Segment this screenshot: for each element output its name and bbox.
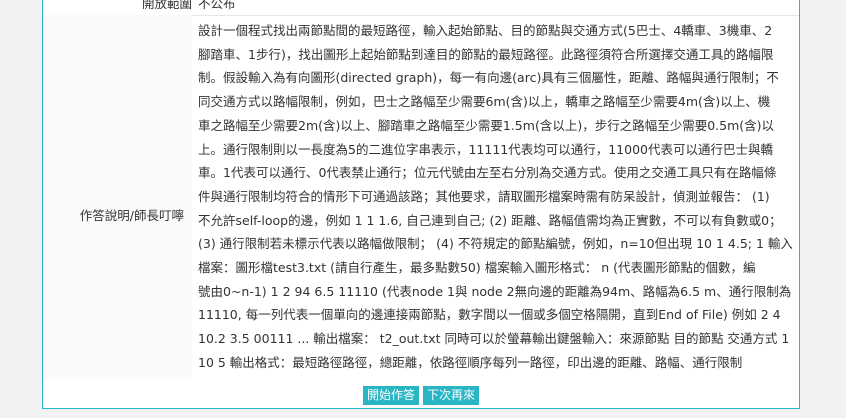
visibility-row: 開放範圍 不公布	[43, 0, 799, 16]
instruction-line: 設計一個程式找出兩節點間的最短路徑，輸入起始節點、目的節點與交通方式(5巴士、4…	[198, 23, 773, 38]
visibility-label: 開放範圍	[141, 0, 192, 11]
instruction-line: 車。1代表可以通行、0代表禁止通行；位元代號由左至右分別為交通方式。使用之交通工…	[198, 165, 777, 181]
instruction-label-cell: 作答說明/師長叮嚀	[43, 15, 192, 379]
come-back-later-button[interactable]: 下次再來	[423, 386, 480, 405]
assignment-panel: 開放範圍 不公布 作答說明/師長叮嚀 設計一個程式找出兩節點間的最短路徑，輸入起…	[42, 0, 800, 409]
instruction-line: 檔案：圖形檔test3.txt (請自行產生，最多點數50) 檔案輸入圖形格式：…	[198, 260, 756, 276]
instruction-line: 11110, 每一列代表一個單向的邊連接兩節點，數字間以一個或多個空格隔開，直到…	[198, 307, 781, 323]
action-buttons: 開始作答 下次再來	[363, 386, 480, 405]
instruction-line: 制。假設輸入為有向圖形(directed graph)，每一有向邊(arc)具有…	[198, 70, 779, 86]
instruction-line: 車之路幅至少需要2m(含)以上、腳踏車之路幅至少需要1.5m(含以上)，步行之路…	[198, 117, 775, 133]
start-answer-button[interactable]: 開始作答	[363, 386, 420, 405]
visibility-value: 不公布	[198, 0, 236, 11]
instruction-line: 上。通行限制則以一長度為5的二進位字串表示，11111代表均可以通行，11000…	[198, 141, 773, 157]
instruction-line: (3) 通行限制若未標示代表以路幅做限制； (4) 不符規定的節點編號，例如，n…	[198, 236, 793, 252]
instruction-line: 號由0~n-1) 1 2 94 6.5 11110 (代表node 1與 nod…	[198, 283, 792, 299]
instruction-line: 10 5 輸出格式：最短路徑路徑，總距離，依路徑順序每列一路徑，印出邊的距離、路…	[198, 354, 743, 370]
instruction-text: 設計一個程式找出兩節點間的最短路徑，輸入起始節點、目的節點與交通方式(5巴士、4…	[198, 19, 796, 375]
instruction-line: 件與通行限制均符合的情形下可通過該路；其他要求，請取圖形檔案時需有防呆設計，偵測…	[198, 188, 770, 204]
instruction-line: 同交通方式以路幅限制，例如，巴士之路幅至少需要6m(含)以上，轎車之路幅至少需要…	[198, 94, 771, 110]
instruction-label: 作答說明/師長叮嚀	[79, 208, 184, 223]
instruction-line: 腳踏車、1步行)，找出圖形上起始節點到達目的節點的最短路徑。此路徑須符合所選擇交…	[198, 46, 774, 62]
instruction-line: 不允許self-loop的邊，例如 1 1 1.6, 自己連到自己; (2) 距…	[198, 212, 782, 228]
instruction-line: 10.2 3.5 00111 ... 輸出檔案： t2_out.txt 同時可以…	[198, 331, 790, 347]
